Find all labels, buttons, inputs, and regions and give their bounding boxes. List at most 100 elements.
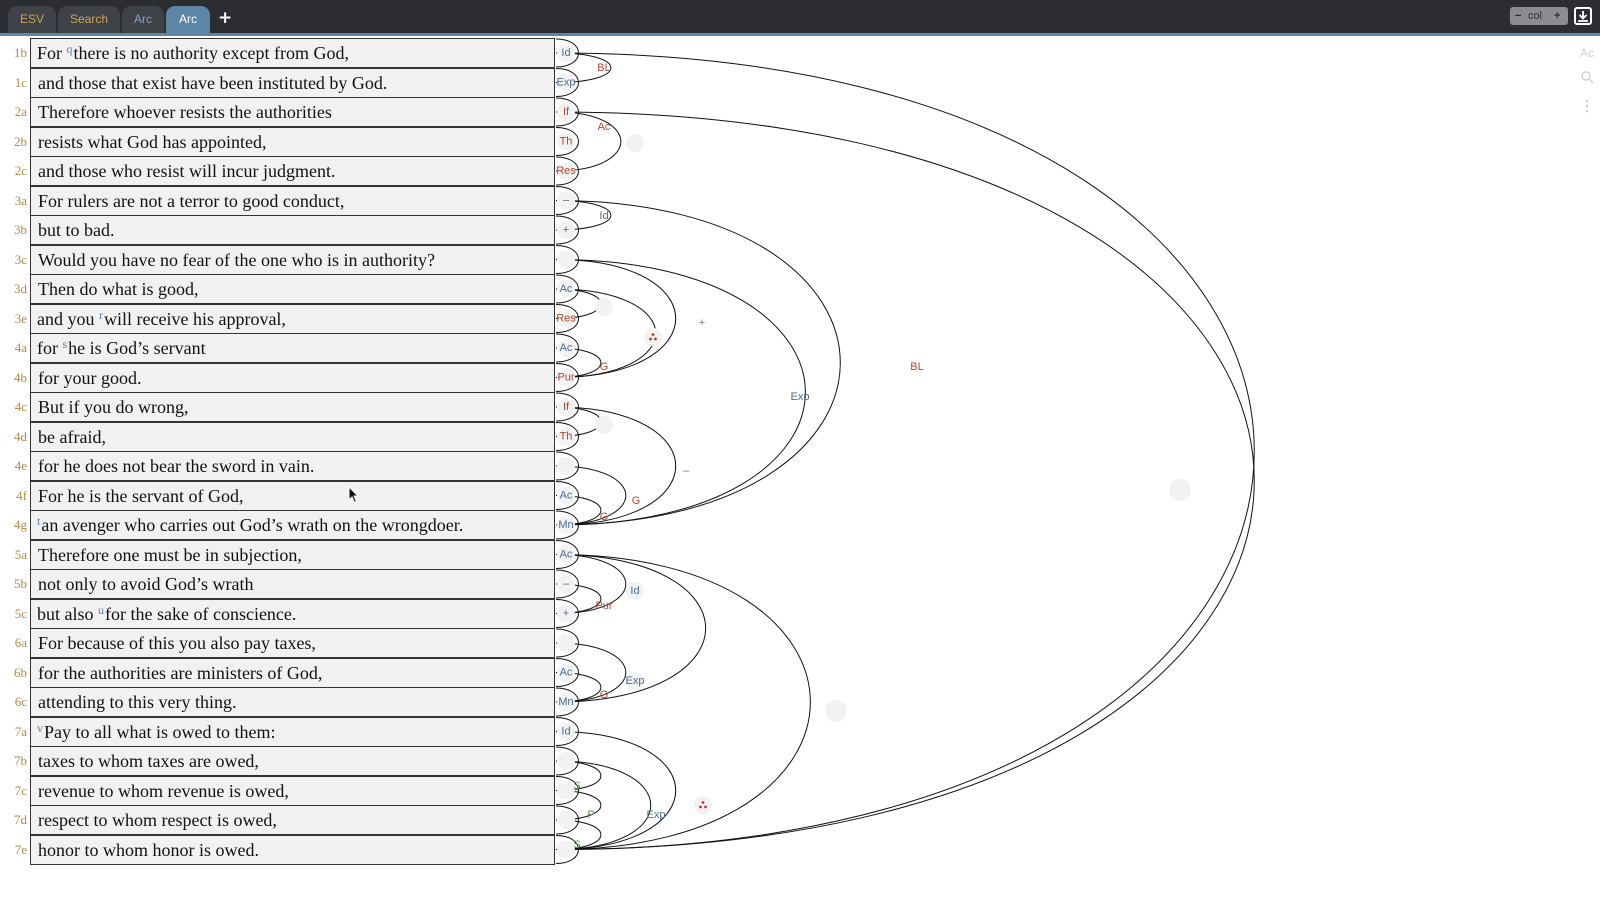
verse-text-cell[interactable]: and those that exist have been institute…	[30, 67, 555, 98]
arc-2a-2c[interactable]	[555, 111, 622, 172]
arc-label[interactable]: Exp	[791, 391, 810, 403]
verse-text-cell[interactable]: tan avenger who carries out God’s wrath …	[30, 510, 555, 540]
verse-text-cell[interactable]: For because of this you also pay taxes,	[30, 628, 555, 658]
verse-text-cell[interactable]: revenue to whom revenue is owed,	[30, 775, 555, 806]
arc-label[interactable]: G	[632, 495, 641, 507]
verse-text-cell[interactable]: For rulers are not a terror to good cond…	[30, 185, 555, 216]
leaf-label[interactable]: Ac	[560, 489, 573, 501]
footnote-marker[interactable]: q	[67, 42, 73, 56]
verse-text-cell[interactable]: attending to this very thing.	[30, 687, 555, 717]
arc-node[interactable]	[626, 134, 644, 152]
leaf-label[interactable]: If	[563, 401, 570, 413]
verse-text-cell[interactable]: resists what God has appointed,	[30, 126, 555, 157]
verse-text-cell[interactable]: taxes to whom taxes are owed,	[30, 746, 555, 776]
arc-label[interactable]: +	[699, 317, 705, 329]
zoom-button[interactable]	[1576, 70, 1598, 87]
arc-3c-4g[interactable]	[555, 259, 806, 526]
arc-label[interactable]: S	[573, 839, 580, 851]
verse-text-cell[interactable]: but to bad.	[30, 215, 555, 245]
arc-5b-5c[interactable]	[555, 583, 602, 614]
arc-label[interactable]: G	[600, 689, 609, 701]
arc-label[interactable]: Exp	[647, 809, 666, 821]
verse-text-cell[interactable]: not only to avoid God’s wrath	[30, 569, 555, 599]
arc-3a-3b[interactable]	[555, 200, 612, 231]
arc-4c-4g[interactable]	[555, 406, 676, 526]
leaf-label[interactable]: Ac	[560, 548, 573, 560]
arc-5a-5c[interactable]	[555, 554, 627, 614]
arc-7d-7e[interactable]	[555, 819, 602, 850]
leaf-label[interactable]: If	[563, 106, 570, 118]
verse-text-cell[interactable]: Then do what is good,	[30, 274, 555, 304]
arc-7c-7d[interactable]	[555, 790, 602, 821]
verse-text-cell[interactable]: respect to whom respect is owed,	[30, 805, 555, 835]
leaf-label[interactable]: Ac	[560, 342, 573, 354]
arc-4f-4g[interactable]	[555, 495, 602, 526]
verse-text-cell[interactable]: Therefore whoever resists the authoritie…	[30, 97, 555, 127]
tab-arc-1[interactable]: Arc	[122, 6, 164, 33]
arc-node-outer[interactable]	[1169, 479, 1191, 501]
footnote-marker[interactable]: t	[37, 514, 40, 528]
arc-3a-4g[interactable]	[555, 200, 841, 526]
leaf-label[interactable]: –	[563, 578, 570, 590]
tab-esv[interactable]: ESV	[8, 6, 56, 33]
arc-7b-7c[interactable]	[555, 760, 602, 791]
verse-text-cell[interactable]: Would you have no fear of the one who is…	[30, 244, 555, 275]
footnote-marker[interactable]: s	[63, 337, 68, 351]
tab-search[interactable]: Search	[58, 6, 120, 33]
arc-label[interactable]: Ac	[598, 121, 611, 133]
arc-3d-4b[interactable]	[555, 288, 656, 378]
tab-arc-2[interactable]: Arc	[166, 6, 210, 33]
arc-node[interactable]	[626, 672, 644, 690]
verse-text-cell[interactable]: for your good.	[30, 362, 555, 393]
verse-text-cell[interactable]: for the authorities are ministers of God…	[30, 657, 555, 688]
footnote-marker[interactable]: r	[99, 308, 103, 322]
arc-node[interactable]	[595, 298, 613, 316]
verse-text-cell[interactable]: For qthere is no authority except from G…	[30, 38, 555, 68]
arc-label[interactable]: Exp	[626, 675, 645, 687]
verse-text-cell[interactable]: and those who resist will incur judgment…	[30, 156, 555, 186]
add-tab-button[interactable]: +	[218, 8, 232, 28]
arc-node[interactable]	[626, 582, 644, 600]
arc-2a-7e[interactable]	[555, 111, 1255, 850]
verse-text-cell[interactable]: but also ufor the sake of conscience.	[30, 598, 555, 629]
arc-5a-6c[interactable]	[555, 554, 707, 703]
verse-text-cell[interactable]: for she is God’s servant	[30, 333, 555, 363]
download-button[interactable]	[1574, 7, 1592, 25]
relation-node[interactable]	[694, 796, 712, 814]
arc-1b-7e-outer[interactable]	[555, 52, 1255, 850]
arc-1b-1c[interactable]	[555, 52, 612, 83]
leaf-label[interactable]: Th	[560, 430, 573, 442]
leaf-label[interactable]: Mn	[558, 519, 573, 531]
verse-text-cell[interactable]: Therefore one must be in subjection,	[30, 539, 555, 570]
arc-label[interactable]: S	[573, 780, 580, 792]
leaf-label[interactable]: Id	[561, 47, 570, 59]
arc-label[interactable]: BL	[910, 361, 923, 373]
font-size-button[interactable]: Ac	[1576, 46, 1598, 60]
verse-text-cell[interactable]: be afraid,	[30, 421, 555, 452]
verse-text-cell[interactable]: honor to whom honor is owed.	[30, 834, 555, 865]
footnote-marker[interactable]: v	[37, 721, 43, 735]
arc-label[interactable]: BL	[597, 62, 610, 74]
arc-label[interactable]: Id	[599, 210, 608, 222]
verse-text-cell[interactable]: for he does not bear the sword in vain.	[30, 451, 555, 481]
arc-4e-4g[interactable]	[555, 465, 627, 526]
more-options-button[interactable]	[1576, 98, 1598, 117]
verse-text-cell[interactable]: But if you do wrong,	[30, 392, 555, 422]
arc-4c-4d[interactable]	[555, 406, 602, 437]
arc-7a-7e[interactable]	[555, 731, 676, 850]
leaf-label[interactable]: +	[563, 607, 569, 619]
column-increase-button[interactable]: +	[1554, 7, 1560, 25]
arc-label[interactable]: P	[587, 809, 594, 821]
arc-3c-4b[interactable]	[555, 259, 676, 378]
leaf-label[interactable]: –	[563, 194, 570, 206]
arc-5a-7e[interactable]	[555, 554, 811, 850]
verse-text-cell[interactable]: vPay to all what is owed to them:	[30, 716, 555, 747]
verse-text-cell[interactable]: and you rwill receive his approval,	[30, 303, 555, 334]
leaf-label[interactable]: +	[563, 224, 569, 236]
leaf-label[interactable]: Th	[560, 135, 573, 147]
arc-label[interactable]: Id	[630, 585, 639, 597]
arc-6a-6c[interactable]	[555, 642, 627, 703]
arc-label[interactable]: G	[600, 511, 609, 523]
footnote-marker[interactable]: u	[98, 603, 104, 617]
arc-node[interactable]	[825, 700, 847, 722]
